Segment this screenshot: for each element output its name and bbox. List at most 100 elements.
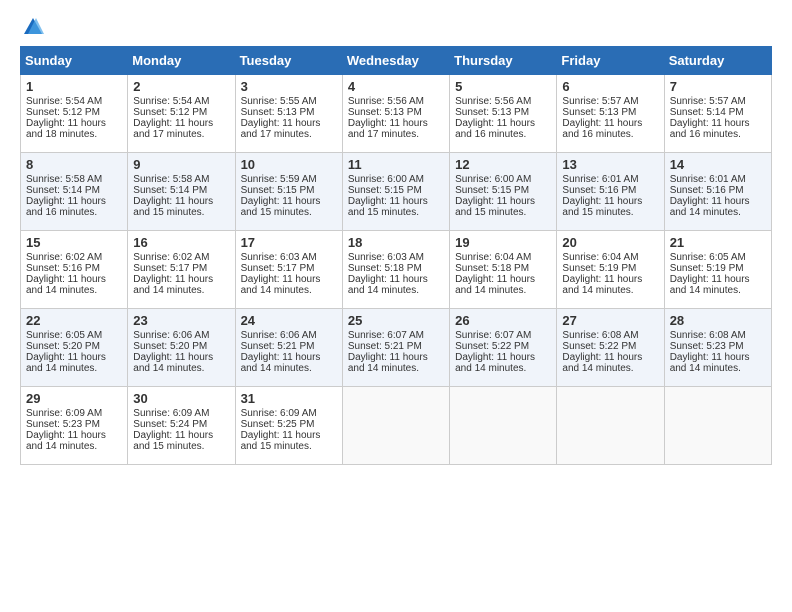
sunset-text: Sunset: 5:16 PM [562, 185, 636, 196]
calendar-header-tuesday: Tuesday [235, 47, 342, 75]
sunrise-text: Sunrise: 6:03 AM [241, 252, 317, 263]
sunrise-text: Sunrise: 5:59 AM [241, 174, 317, 185]
calendar-body: 1 Sunrise: 5:54 AM Sunset: 5:12 PM Dayli… [21, 75, 772, 465]
daylight-text: Daylight: 11 hours and 15 minutes. [133, 430, 213, 452]
day-number: 2 [133, 79, 229, 94]
daylight-text: Daylight: 11 hours and 14 minutes. [133, 352, 213, 374]
sunrise-text: Sunrise: 6:06 AM [133, 330, 209, 341]
calendar-cell: 18 Sunrise: 6:03 AM Sunset: 5:18 PM Dayl… [342, 231, 449, 309]
sunset-text: Sunset: 5:20 PM [26, 341, 100, 352]
calendar-week-row: 15 Sunrise: 6:02 AM Sunset: 5:16 PM Dayl… [21, 231, 772, 309]
daylight-text: Daylight: 11 hours and 14 minutes. [562, 274, 642, 296]
calendar-cell: 26 Sunrise: 6:07 AM Sunset: 5:22 PM Dayl… [450, 309, 557, 387]
sunset-text: Sunset: 5:19 PM [670, 263, 744, 274]
day-number: 27 [562, 313, 658, 328]
day-number: 22 [26, 313, 122, 328]
daylight-text: Daylight: 11 hours and 14 minutes. [562, 352, 642, 374]
day-number: 31 [241, 391, 337, 406]
daylight-text: Daylight: 11 hours and 18 minutes. [26, 118, 106, 140]
sunrise-text: Sunrise: 6:07 AM [348, 330, 424, 341]
day-number: 17 [241, 235, 337, 250]
sunset-text: Sunset: 5:19 PM [562, 263, 636, 274]
calendar-cell: 31 Sunrise: 6:09 AM Sunset: 5:25 PM Dayl… [235, 387, 342, 465]
sunset-text: Sunset: 5:15 PM [455, 185, 529, 196]
day-number: 3 [241, 79, 337, 94]
sunset-text: Sunset: 5:18 PM [348, 263, 422, 274]
daylight-text: Daylight: 11 hours and 14 minutes. [26, 352, 106, 374]
daylight-text: Daylight: 11 hours and 15 minutes. [455, 196, 535, 218]
daylight-text: Daylight: 11 hours and 17 minutes. [133, 118, 213, 140]
sunrise-text: Sunrise: 6:08 AM [670, 330, 746, 341]
calendar-cell [342, 387, 449, 465]
sunset-text: Sunset: 5:17 PM [241, 263, 315, 274]
calendar-header-friday: Friday [557, 47, 664, 75]
calendar-cell: 4 Sunrise: 5:56 AM Sunset: 5:13 PM Dayli… [342, 75, 449, 153]
sunset-text: Sunset: 5:14 PM [133, 185, 207, 196]
sunrise-text: Sunrise: 6:01 AM [562, 174, 638, 185]
daylight-text: Daylight: 11 hours and 14 minutes. [348, 352, 428, 374]
day-number: 30 [133, 391, 229, 406]
calendar-cell: 9 Sunrise: 5:58 AM Sunset: 5:14 PM Dayli… [128, 153, 235, 231]
day-number: 6 [562, 79, 658, 94]
sunrise-text: Sunrise: 6:02 AM [133, 252, 209, 263]
daylight-text: Daylight: 11 hours and 15 minutes. [562, 196, 642, 218]
sunset-text: Sunset: 5:14 PM [670, 107, 744, 118]
daylight-text: Daylight: 11 hours and 17 minutes. [348, 118, 428, 140]
day-number: 8 [26, 157, 122, 172]
calendar-cell: 19 Sunrise: 6:04 AM Sunset: 5:18 PM Dayl… [450, 231, 557, 309]
calendar-week-row: 8 Sunrise: 5:58 AM Sunset: 5:14 PM Dayli… [21, 153, 772, 231]
calendar-week-row: 1 Sunrise: 5:54 AM Sunset: 5:12 PM Dayli… [21, 75, 772, 153]
day-number: 5 [455, 79, 551, 94]
day-number: 16 [133, 235, 229, 250]
daylight-text: Daylight: 11 hours and 14 minutes. [26, 274, 106, 296]
calendar-header-saturday: Saturday [664, 47, 771, 75]
sunrise-text: Sunrise: 5:58 AM [26, 174, 102, 185]
sunset-text: Sunset: 5:14 PM [26, 185, 100, 196]
sunrise-text: Sunrise: 6:00 AM [348, 174, 424, 185]
sunrise-text: Sunrise: 6:05 AM [670, 252, 746, 263]
calendar-cell: 24 Sunrise: 6:06 AM Sunset: 5:21 PM Dayl… [235, 309, 342, 387]
calendar-cell: 6 Sunrise: 5:57 AM Sunset: 5:13 PM Dayli… [557, 75, 664, 153]
logo-icon [22, 16, 44, 38]
day-number: 4 [348, 79, 444, 94]
calendar-cell: 17 Sunrise: 6:03 AM Sunset: 5:17 PM Dayl… [235, 231, 342, 309]
calendar-cell: 15 Sunrise: 6:02 AM Sunset: 5:16 PM Dayl… [21, 231, 128, 309]
daylight-text: Daylight: 11 hours and 15 minutes. [241, 430, 321, 452]
daylight-text: Daylight: 11 hours and 14 minutes. [26, 430, 106, 452]
calendar-cell: 21 Sunrise: 6:05 AM Sunset: 5:19 PM Dayl… [664, 231, 771, 309]
sunset-text: Sunset: 5:13 PM [455, 107, 529, 118]
sunrise-text: Sunrise: 5:58 AM [133, 174, 209, 185]
calendar-cell: 3 Sunrise: 5:55 AM Sunset: 5:13 PM Dayli… [235, 75, 342, 153]
calendar-cell: 25 Sunrise: 6:07 AM Sunset: 5:21 PM Dayl… [342, 309, 449, 387]
sunset-text: Sunset: 5:12 PM [133, 107, 207, 118]
sunrise-text: Sunrise: 6:00 AM [455, 174, 531, 185]
sunset-text: Sunset: 5:12 PM [26, 107, 100, 118]
sunrise-text: Sunrise: 6:05 AM [26, 330, 102, 341]
sunset-text: Sunset: 5:25 PM [241, 419, 315, 430]
calendar-cell: 5 Sunrise: 5:56 AM Sunset: 5:13 PM Dayli… [450, 75, 557, 153]
calendar-week-row: 22 Sunrise: 6:05 AM Sunset: 5:20 PM Dayl… [21, 309, 772, 387]
sunset-text: Sunset: 5:13 PM [562, 107, 636, 118]
sunrise-text: Sunrise: 6:07 AM [455, 330, 531, 341]
daylight-text: Daylight: 11 hours and 16 minutes. [455, 118, 535, 140]
calendar-week-row: 29 Sunrise: 6:09 AM Sunset: 5:23 PM Dayl… [21, 387, 772, 465]
daylight-text: Daylight: 11 hours and 14 minutes. [348, 274, 428, 296]
daylight-text: Daylight: 11 hours and 14 minutes. [455, 274, 535, 296]
sunset-text: Sunset: 5:18 PM [455, 263, 529, 274]
calendar-cell: 7 Sunrise: 5:57 AM Sunset: 5:14 PM Dayli… [664, 75, 771, 153]
calendar-header-row: SundayMondayTuesdayWednesdayThursdayFrid… [21, 47, 772, 75]
calendar-table: SundayMondayTuesdayWednesdayThursdayFrid… [20, 46, 772, 465]
calendar-cell: 8 Sunrise: 5:58 AM Sunset: 5:14 PM Dayli… [21, 153, 128, 231]
daylight-text: Daylight: 11 hours and 16 minutes. [26, 196, 106, 218]
calendar-cell: 27 Sunrise: 6:08 AM Sunset: 5:22 PM Dayl… [557, 309, 664, 387]
sunrise-text: Sunrise: 6:08 AM [562, 330, 638, 341]
sunrise-text: Sunrise: 5:56 AM [455, 96, 531, 107]
daylight-text: Daylight: 11 hours and 14 minutes. [670, 196, 750, 218]
daylight-text: Daylight: 11 hours and 17 minutes. [241, 118, 321, 140]
day-number: 28 [670, 313, 766, 328]
daylight-text: Daylight: 11 hours and 15 minutes. [133, 196, 213, 218]
sunrise-text: Sunrise: 5:57 AM [562, 96, 638, 107]
calendar-cell: 30 Sunrise: 6:09 AM Sunset: 5:24 PM Dayl… [128, 387, 235, 465]
calendar-cell: 11 Sunrise: 6:00 AM Sunset: 5:15 PM Dayl… [342, 153, 449, 231]
sunset-text: Sunset: 5:22 PM [562, 341, 636, 352]
